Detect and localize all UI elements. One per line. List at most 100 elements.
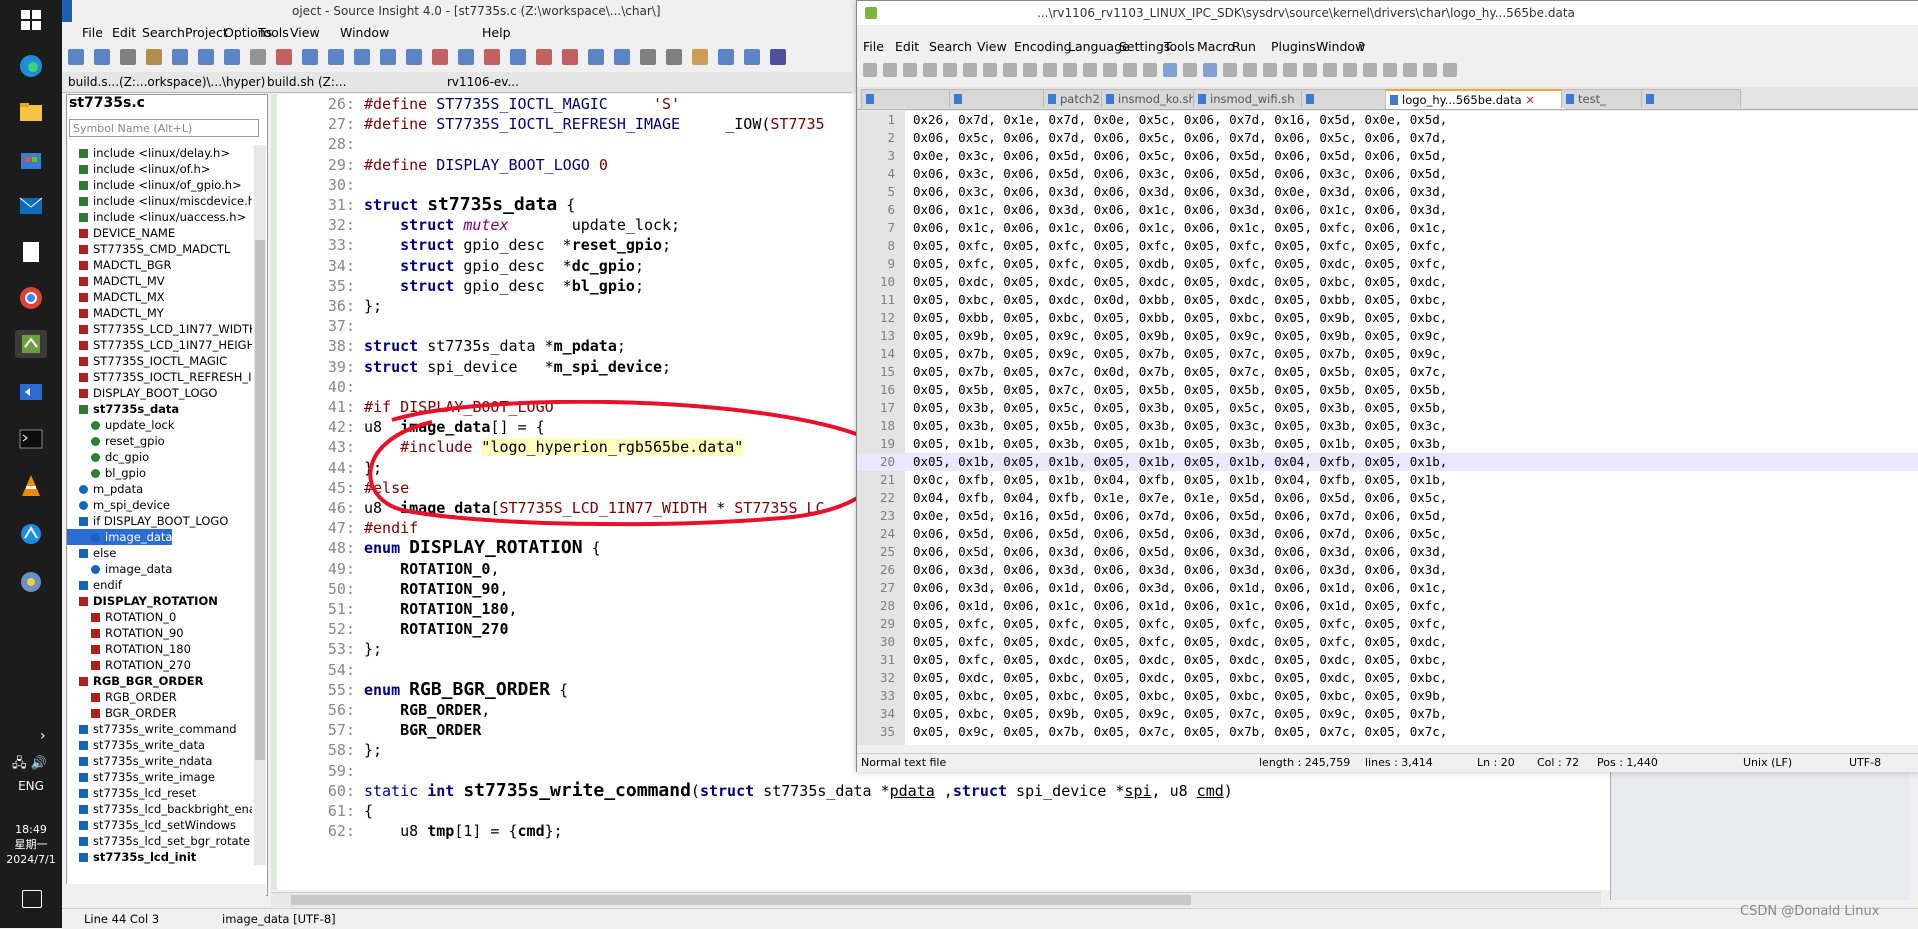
editor-horizontal-scrollbar[interactable] <box>271 892 1601 907</box>
symbol-item[interactable]: st7735s_lcd_backbright_ena <box>67 801 252 817</box>
toolbar-button-icon[interactable] <box>68 49 84 65</box>
npp-toolbar-button-icon[interactable] <box>963 63 977 77</box>
npp-editor[interactable]: 1 0x26, 0x7d, 0x1e, 0x7d, 0x0e, 0x5c, 0x0… <box>857 111 1918 745</box>
npp-toolbar-button-icon[interactable] <box>863 63 877 77</box>
toolbar-button-icon[interactable] <box>536 49 552 65</box>
npp-menu-edit[interactable]: Edit <box>895 39 919 54</box>
menu-file[interactable]: File <box>82 25 103 40</box>
symbol-item[interactable]: bl_gpio <box>67 465 146 481</box>
tray-icons[interactable]: 🖧 🔊 <box>12 754 47 776</box>
symbol-item[interactable]: image_data <box>67 561 172 577</box>
toolbar-button-icon[interactable] <box>718 49 734 65</box>
symbol-item[interactable]: include <linux/of.h> <box>67 161 210 177</box>
symbol-item[interactable]: endif <box>67 577 122 593</box>
symbol-item[interactable]: RGB_ORDER <box>67 689 177 705</box>
toolbar-button-icon[interactable] <box>120 49 136 65</box>
symbol-item[interactable]: MADCTL_BGR <box>67 257 171 273</box>
npp-toolbar-button-icon[interactable] <box>1123 63 1137 77</box>
npp-toolbar-button-icon[interactable] <box>1163 63 1177 77</box>
language-indicator[interactable]: ENG <box>0 779 62 793</box>
clock[interactable]: 18:49 星期一 2024/7/1 <box>0 822 62 867</box>
file-tab[interactable]: build.sh (Z:... <box>267 75 346 89</box>
mail-icon[interactable] <box>15 192 47 220</box>
toolbar-button-icon[interactable] <box>146 49 162 65</box>
npp-toolbar-button-icon[interactable] <box>1003 63 1017 77</box>
toolbar-button-icon[interactable] <box>640 49 656 65</box>
symbol-item[interactable]: update_lock <box>67 417 174 433</box>
npp-file-tab[interactable]: logo_hy...565be.data ✕ <box>1385 89 1567 109</box>
symbol-item[interactable]: st7735s_lcd_init <box>67 849 196 865</box>
npp-menu-macro[interactable]: Macro <box>1197 39 1235 54</box>
npp-menu-q[interactable]: ? <box>1358 39 1365 54</box>
menu-search[interactable]: Search <box>142 25 185 40</box>
symbol-item[interactable]: st7735s_write_command <box>67 721 237 737</box>
symbol-item[interactable]: if DISPLAY_BOOT_LOGO <box>67 513 228 529</box>
symbol-item[interactable]: ST7735S_LCD_1IN77_HEIGH <box>67 337 252 353</box>
npp-toolbar-button-icon[interactable] <box>1323 63 1337 77</box>
npp-menu-search[interactable]: Search <box>929 39 972 54</box>
npp-menu-file[interactable]: File <box>863 39 884 54</box>
toolbar-button-icon[interactable] <box>380 49 396 65</box>
terminal-icon[interactable] <box>15 425 47 453</box>
toolbar-button-icon[interactable] <box>406 49 422 65</box>
edge-browser-icon[interactable] <box>15 52 47 80</box>
symbol-item[interactable]: ROTATION_90 <box>67 625 184 641</box>
toolbar-button-icon[interactable] <box>588 49 604 65</box>
symbol-item[interactable]: include <linux/uaccess.h> <box>67 209 246 225</box>
symbol-item[interactable]: st7735s_lcd_setWindows <box>67 817 236 833</box>
toolbar-button-icon[interactable] <box>432 49 448 65</box>
npp-file-tab[interactable]: insmod_ko.sh <box>1101 89 1199 108</box>
chevron-right-icon[interactable]: › <box>40 728 46 744</box>
file-tab[interactable]: rv1106-ev... <box>447 75 519 89</box>
toolbar-button-icon[interactable] <box>172 49 188 65</box>
symbol-item[interactable]: st7735s_write_data <box>67 737 205 753</box>
symbol-item[interactable]: else <box>67 545 116 561</box>
menu-view[interactable]: View <box>290 25 320 40</box>
symbol-item[interactable]: DISPLAY_BOOT_LOGO <box>67 385 217 401</box>
toolbar-button-icon[interactable] <box>458 49 474 65</box>
npp-file-tab[interactable]: patch2. <box>1043 89 1107 108</box>
close-icon[interactable]: ✕ <box>1522 93 1535 107</box>
symbol-item[interactable]: st7735s_data <box>67 401 179 417</box>
npp-menu-tools[interactable]: Tools <box>1164 39 1195 54</box>
symbol-item[interactable]: ST7735S_IOCTL_MAGIC <box>67 353 227 369</box>
npp-toolbar-button-icon[interactable] <box>1203 63 1217 77</box>
symbol-item[interactable]: MADCTL_MY <box>67 305 164 321</box>
npp-toolbar-button-icon[interactable] <box>1143 63 1157 77</box>
npp-file-tab[interactable] <box>861 89 955 108</box>
npp-toolbar-button-icon[interactable] <box>1043 63 1057 77</box>
npp-file-tab[interactable] <box>949 89 1049 108</box>
scrollbar-thumb[interactable] <box>255 240 265 760</box>
npp-file-tab[interactable]: test_ <box>1561 89 1647 108</box>
symbol-item[interactable]: MADCTL_MV <box>67 273 165 289</box>
menu-project[interactable]: Project <box>185 25 228 40</box>
npp-toolbar-button-icon[interactable] <box>983 63 997 77</box>
symbol-item[interactable]: st7735s_lcd_set_bgr_rotate <box>67 833 250 849</box>
npp-toolbar-button-icon[interactable] <box>943 63 957 77</box>
toolbar-button-icon[interactable] <box>276 49 292 65</box>
notification-icon[interactable] <box>22 890 42 908</box>
symbol-item[interactable]: image_data <box>67 529 173 545</box>
npp-toolbar-button-icon[interactable] <box>1283 63 1297 77</box>
menu-edit[interactable]: Edit <box>112 25 136 40</box>
chrome-icon[interactable] <box>15 284 47 312</box>
npp-toolbar-button-icon[interactable] <box>1183 63 1197 77</box>
toolbar-button-icon[interactable] <box>666 49 682 65</box>
symbol-item[interactable]: MADCTL_MX <box>67 289 165 305</box>
npp-toolbar-button-icon[interactable] <box>1223 63 1237 77</box>
npp-toolbar-button-icon[interactable] <box>923 63 937 77</box>
npp-file-tab[interactable] <box>1301 89 1391 108</box>
npp-toolbar-button-icon[interactable] <box>1063 63 1077 77</box>
windows-start-icon[interactable] <box>15 6 47 34</box>
network-tool-icon[interactable] <box>15 520 47 548</box>
npp-file-tab[interactable]: insmod_wifi.sh <box>1193 89 1307 108</box>
toolbar-button-icon[interactable] <box>354 49 370 65</box>
symbol-item[interactable]: ST7735S_IOCTL_REFRESH_IM <box>67 369 252 385</box>
scrollbar-thumb[interactable] <box>291 895 1191 905</box>
symbol-item[interactable]: ROTATION_270 <box>67 657 191 673</box>
symbol-item[interactable]: m_pdata <box>67 481 143 497</box>
npp-toolbar-button-icon[interactable] <box>1103 63 1117 77</box>
document-icon[interactable] <box>15 238 47 266</box>
file-explorer-icon[interactable] <box>15 98 47 126</box>
npp-menu-view[interactable]: View <box>977 39 1007 54</box>
